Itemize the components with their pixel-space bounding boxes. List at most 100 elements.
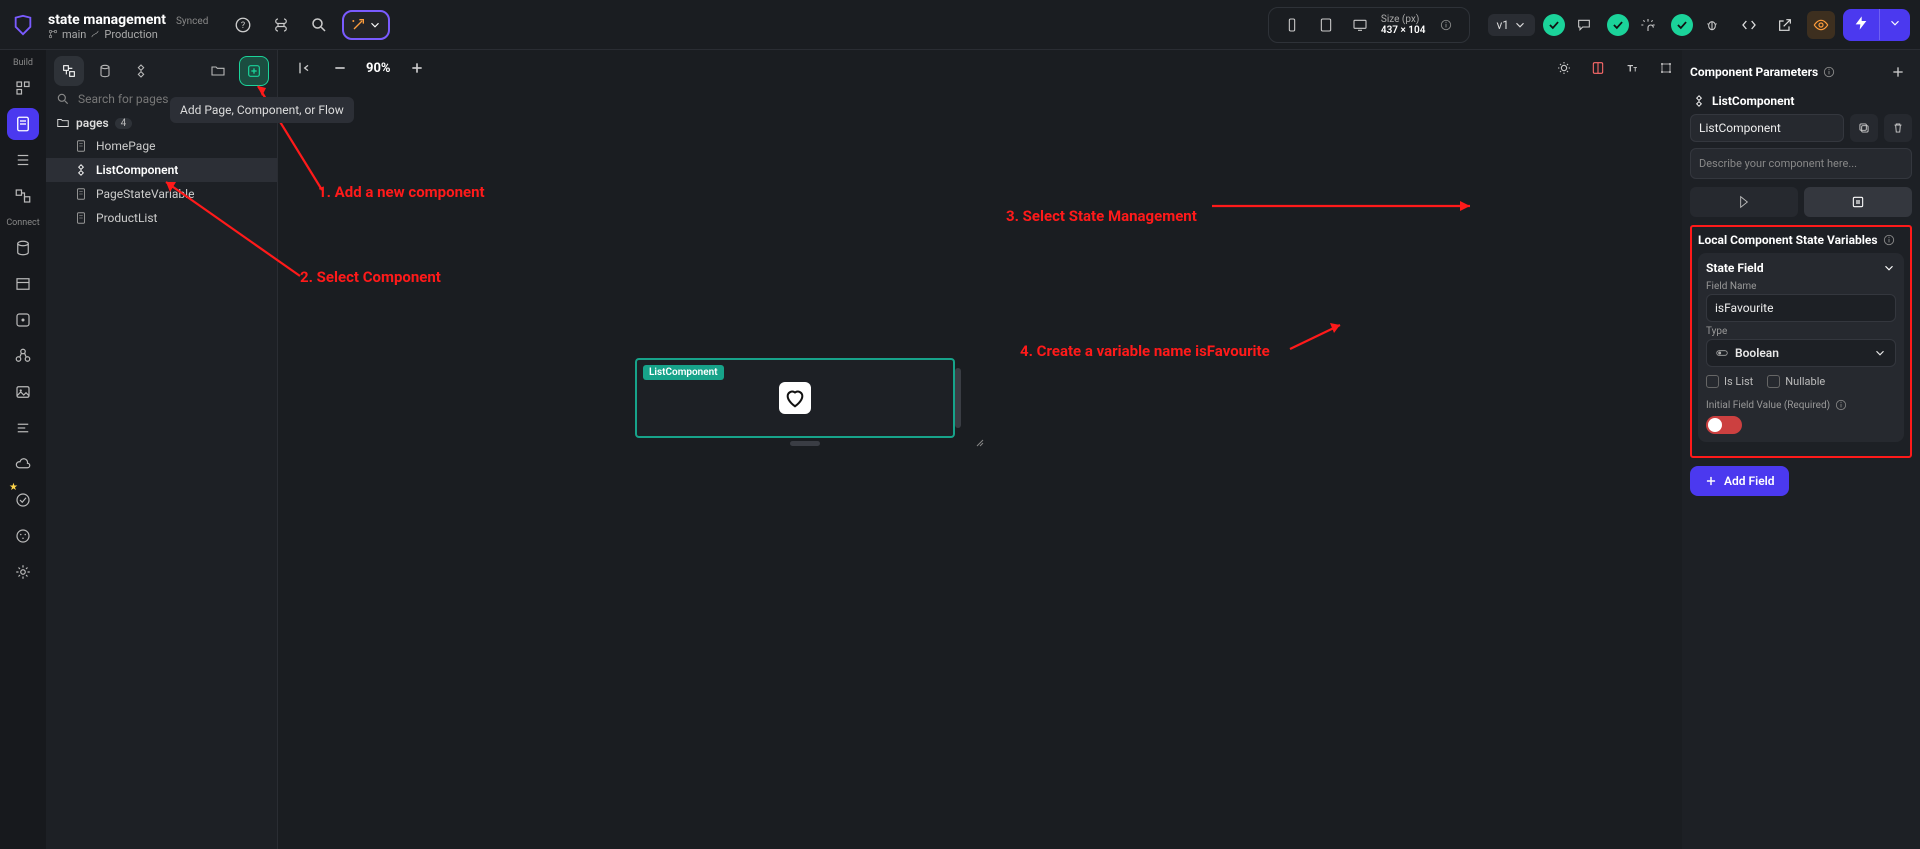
- add-tooltip: Add Page, Component, or Flow: [170, 97, 354, 123]
- left-panel: pages 4 HomePage ListComponent PageState…: [46, 50, 278, 849]
- rail-widgets-icon[interactable]: [7, 72, 39, 104]
- heart-widget[interactable]: [779, 382, 811, 414]
- code-view-icon[interactable]: [1735, 11, 1763, 39]
- is-list-checkbox[interactable]: Is List: [1706, 375, 1753, 388]
- size-info-icon[interactable]: [1433, 12, 1459, 38]
- component-icon: [1692, 94, 1706, 108]
- sync-status: Synced: [176, 16, 208, 27]
- add-field-button[interactable]: Add Field: [1690, 466, 1789, 496]
- text-scale-icon[interactable]: TT: [1618, 54, 1646, 82]
- rail-connect-label: Connect: [6, 218, 39, 228]
- add-param-button[interactable]: [1884, 58, 1912, 86]
- help-icon[interactable]: ?: [228, 10, 258, 40]
- type-label: Type: [1706, 326, 1896, 337]
- pages-count: 4: [115, 118, 133, 129]
- ai-tool-button[interactable]: [342, 10, 390, 40]
- zoom-value: 90%: [362, 61, 395, 76]
- run-button[interactable]: [1843, 9, 1910, 41]
- project-info: state management Synced main Production: [48, 9, 208, 41]
- panel-tab-data[interactable]: [90, 56, 120, 86]
- component-scrollbar-v[interactable]: [955, 368, 961, 428]
- canvas-toolbar: 90%: [290, 54, 431, 82]
- rail-settings-icon[interactable]: [7, 556, 39, 588]
- svg-text:T: T: [1627, 63, 1633, 74]
- chevron-down-icon: [1882, 261, 1896, 275]
- rail-tests-icon[interactable]: ★: [7, 484, 39, 516]
- resize-handle-icon[interactable]: [975, 438, 985, 448]
- theme-mode-icon[interactable]: [1550, 54, 1578, 82]
- rail-pages-icon[interactable]: [7, 108, 39, 140]
- guides-icon[interactable]: [1584, 54, 1612, 82]
- tab-state-management[interactable]: [1804, 187, 1912, 217]
- list-item[interactable]: HomePage: [46, 134, 277, 158]
- status-ok-1[interactable]: [1543, 14, 1565, 36]
- canvas-component[interactable]: ListComponent: [635, 358, 975, 438]
- tab-actions[interactable]: [1690, 187, 1798, 217]
- page-icon: [74, 187, 88, 201]
- top-bar: state management Synced main Production …: [0, 0, 1920, 50]
- nullable-checkbox[interactable]: Nullable: [1767, 375, 1825, 388]
- branch-name: main: [62, 28, 86, 41]
- rail-datatypes-icon[interactable]: [7, 268, 39, 300]
- tablet-icon[interactable]: [1313, 12, 1339, 38]
- zoom-in-button[interactable]: [403, 54, 431, 82]
- info-icon[interactable]: [1882, 233, 1896, 247]
- rail-tree-icon[interactable]: [7, 144, 39, 176]
- issues-icon[interactable]: [1633, 10, 1663, 40]
- command-icon[interactable]: [266, 10, 296, 40]
- rail-appstate-icon[interactable]: [7, 304, 39, 336]
- rail-media-icon[interactable]: [7, 376, 39, 408]
- page-name: ProductList: [96, 211, 157, 225]
- rail-api-icon[interactable]: [7, 340, 39, 372]
- annotation-4: 4. Create a variable name isFavourite: [1020, 342, 1270, 360]
- list-item[interactable]: ProductList: [46, 206, 277, 230]
- left-rail: Build Connect ★: [0, 50, 46, 849]
- panel-tab-components[interactable]: [126, 56, 156, 86]
- boolean-icon: [1715, 346, 1729, 360]
- list-item[interactable]: ListComponent: [46, 158, 277, 182]
- copy-name-button[interactable]: [1850, 114, 1878, 142]
- info-icon[interactable]: [1822, 65, 1836, 79]
- comment-icon[interactable]: [1569, 10, 1599, 40]
- state-field-card: State Field Field Name Type Boolean Is L…: [1698, 253, 1904, 442]
- type-select[interactable]: Boolean: [1706, 339, 1896, 367]
- status-ok-3[interactable]: [1671, 14, 1693, 36]
- field-name-input[interactable]: [1706, 294, 1896, 322]
- status-ok-2[interactable]: [1607, 14, 1629, 36]
- rail-storyboard-icon[interactable]: [7, 180, 39, 212]
- info-icon[interactable]: [1834, 398, 1848, 412]
- initial-value-toggle[interactable]: [1706, 416, 1742, 434]
- rail-firestore-icon[interactable]: [7, 232, 39, 264]
- state-variables-section: Local Component State Variables State Fi…: [1690, 225, 1912, 458]
- rail-custom-icon[interactable]: [7, 412, 39, 444]
- bug-icon[interactable]: [1697, 10, 1727, 40]
- list-item[interactable]: PageStateVariable: [46, 182, 277, 206]
- type-value: Boolean: [1735, 346, 1779, 360]
- resize-handles-icon[interactable]: [1652, 54, 1680, 82]
- state-field-header[interactable]: State Field: [1706, 261, 1896, 275]
- add-page-button[interactable]: [239, 56, 269, 86]
- project-name: state management: [48, 12, 166, 28]
- collapse-panel-icon[interactable]: [290, 54, 318, 82]
- component-name-label: ListComponent: [1712, 94, 1794, 108]
- pages-folder-label: pages: [76, 116, 109, 130]
- app-logo: [10, 12, 36, 38]
- open-external-icon[interactable]: [1771, 11, 1799, 39]
- preview-eye-icon[interactable]: [1807, 11, 1835, 39]
- mobile-icon[interactable]: [1279, 12, 1305, 38]
- branch-icon: [48, 29, 58, 39]
- chevron-down-icon: [1873, 346, 1887, 360]
- delete-button[interactable]: [1884, 114, 1912, 142]
- device-preview-group: Size (px) 437 × 104: [1268, 7, 1471, 43]
- top-search-icon[interactable]: [304, 10, 334, 40]
- rail-cloud-icon[interactable]: [7, 448, 39, 480]
- version-selector[interactable]: v1: [1488, 14, 1535, 36]
- rail-theme-icon[interactable]: [7, 520, 39, 552]
- folder-button[interactable]: [203, 56, 233, 86]
- panel-tab-pages[interactable]: [54, 56, 84, 86]
- desktop-icon[interactable]: [1347, 12, 1373, 38]
- component-name-input[interactable]: [1690, 114, 1844, 142]
- component-description[interactable]: Describe your component here...: [1690, 148, 1912, 179]
- zoom-out-button[interactable]: [326, 54, 354, 82]
- component-scrollbar-h[interactable]: [790, 441, 820, 446]
